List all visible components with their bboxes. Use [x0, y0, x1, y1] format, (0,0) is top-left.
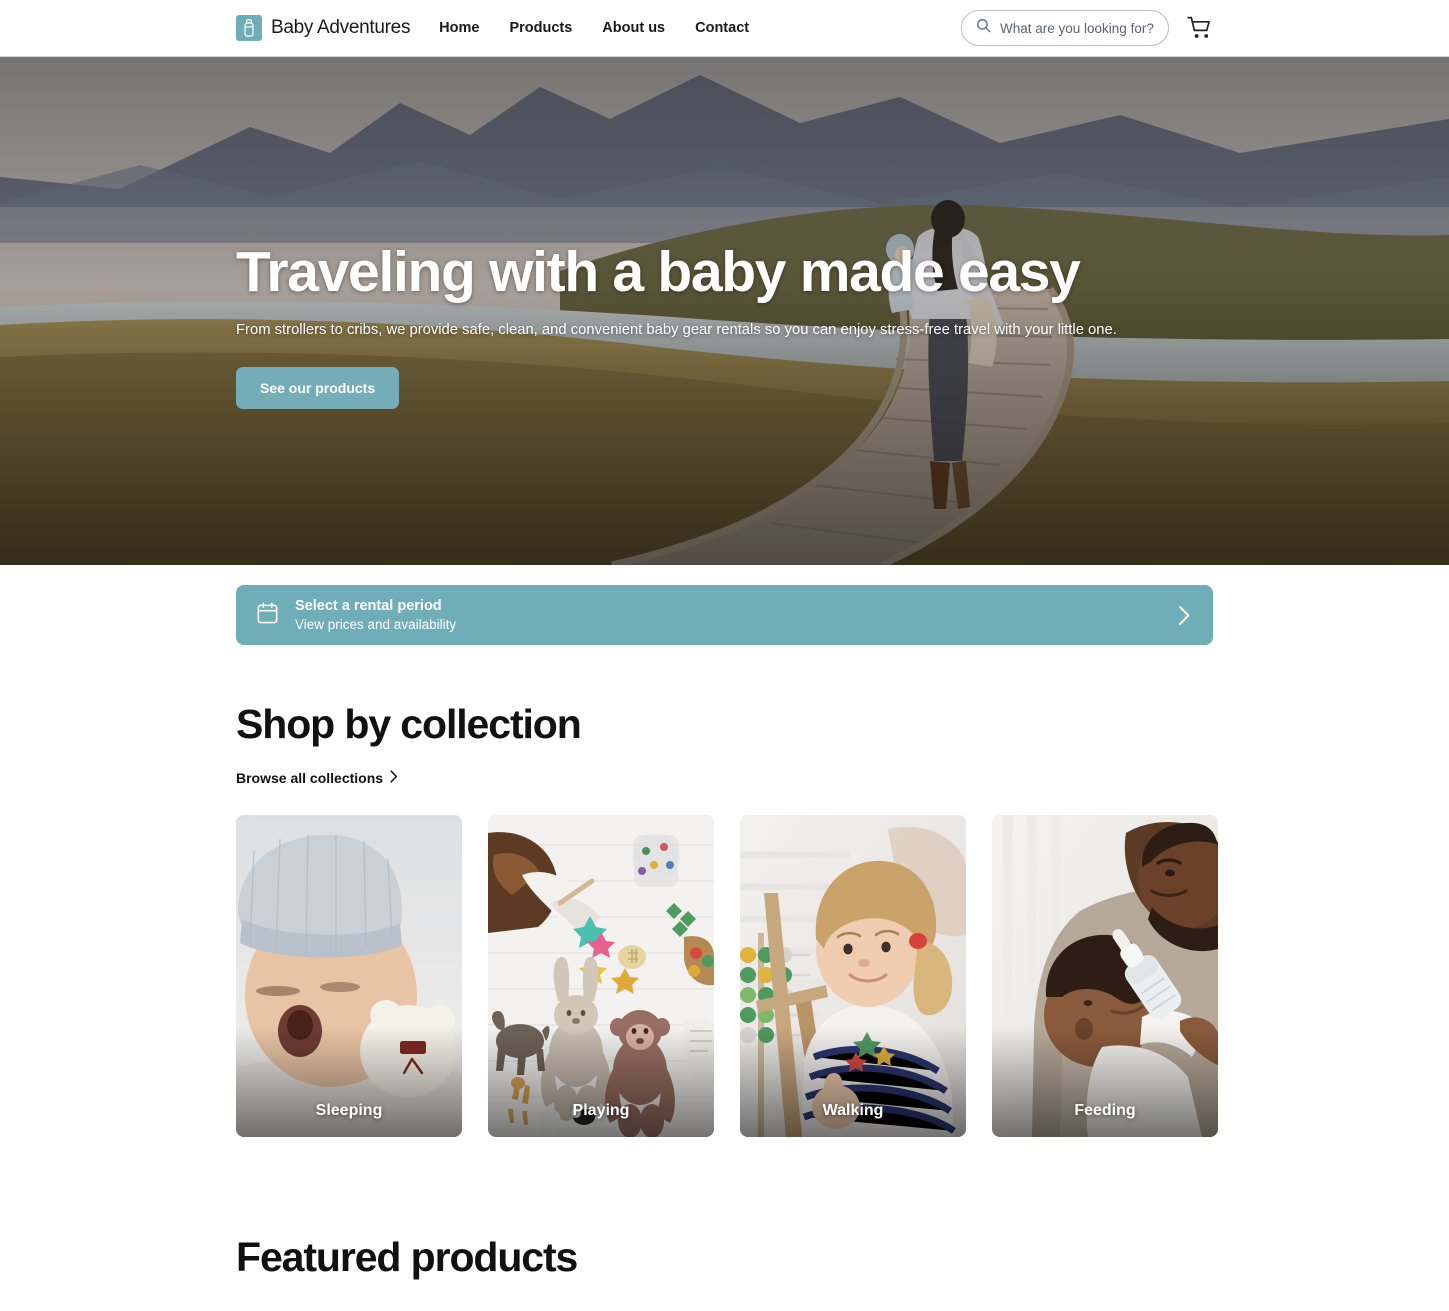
chevron-right-icon	[1178, 605, 1191, 626]
collection-label-feeding: Feeding	[1074, 1102, 1136, 1119]
rental-banner-title: Select a rental period	[295, 598, 442, 614]
collection-card-sleeping[interactable]: Sleeping	[236, 815, 462, 1137]
shopping-cart-icon[interactable]	[1187, 16, 1213, 40]
card-overlay	[236, 1027, 462, 1137]
shop-by-collection-heading: Shop by collection	[236, 701, 582, 747]
collection-label-playing: Playing	[572, 1102, 630, 1119]
site-header: Baby Adventures Home Products About us C…	[0, 0, 1449, 57]
collection-label-sleeping: Sleeping	[315, 1102, 383, 1119]
hero-title: Traveling with a baby made easy	[236, 240, 1081, 305]
hero-section: Traveling with a baby made easy From str…	[0, 57, 1449, 565]
main-nav: Home Products About us Contact	[439, 20, 749, 36]
select-rental-period-banner[interactable]: Select a rental period View prices and a…	[236, 585, 1213, 645]
brand-name: Baby Adventures	[271, 17, 411, 38]
rental-banner-wrap: Select a rental period View prices and a…	[0, 565, 1449, 645]
see-our-products-button[interactable]: See our products	[236, 366, 400, 409]
header-actions	[961, 10, 1213, 46]
card-overlay	[992, 1027, 1218, 1137]
collection-card-playing[interactable]: Playing	[488, 815, 714, 1137]
search-input[interactable]	[1000, 20, 1154, 36]
baby-bottle-icon	[236, 15, 262, 41]
brand-logo[interactable]: Baby Adventures	[236, 15, 410, 41]
browse-all-collections-link[interactable]: Browse all collections	[236, 770, 398, 786]
collection-card-walking[interactable]: Walking	[740, 815, 966, 1137]
rental-banner-text: Select a rental period View prices and a…	[295, 598, 456, 632]
collection-card-feeding[interactable]: Feeding	[992, 815, 1218, 1137]
hero-subtitle: From strollers to cribs, we provide safe…	[236, 322, 1117, 339]
browse-all-collections-label: Browse all collections	[236, 770, 384, 786]
search-box[interactable]	[961, 10, 1169, 46]
nav-item-about-us[interactable]: About us	[602, 20, 665, 36]
page-root: Baby Adventures Home Products About us C…	[0, 0, 1449, 1311]
nav-item-contact[interactable]: Contact	[695, 20, 749, 36]
search-icon	[976, 18, 991, 38]
featured-products-heading: Featured products	[236, 1234, 578, 1280]
rental-banner-subtitle: View prices and availability	[295, 617, 457, 632]
collections-section: Shop by collection Browse all collection…	[0, 701, 1449, 1311]
chevron-right-icon	[390, 770, 398, 786]
collection-label-walking: Walking	[822, 1102, 884, 1119]
nav-item-home[interactable]: Home	[439, 20, 479, 36]
card-overlay	[488, 1027, 714, 1137]
nav-item-products[interactable]: Products	[509, 20, 572, 36]
calendar-icon	[257, 601, 278, 629]
card-overlay	[740, 1027, 966, 1137]
hero-content: Traveling with a baby made easy From str…	[236, 57, 1213, 565]
collection-card-list: Sleeping Playing Walking Feeding	[236, 815, 1218, 1137]
